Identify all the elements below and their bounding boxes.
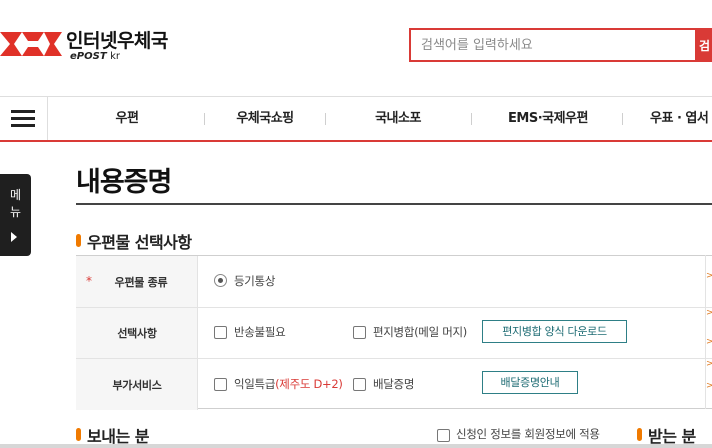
chevron-right-icon: > — [706, 359, 712, 369]
search-button[interactable]: 검 — [695, 28, 712, 62]
logo-title: 인터넷우체국 — [66, 30, 168, 52]
nav-item-shopping[interactable]: 우체국쇼핑 — [215, 97, 315, 140]
nav-separator — [471, 113, 472, 125]
section-bullet-icon — [76, 234, 81, 247]
nav-item-stamps[interactable]: 우표 · 엽서 — [650, 97, 712, 140]
checkbox-express[interactable] — [214, 378, 227, 391]
site-header: 인터넷우체국 ePOST kr 검 — [0, 0, 712, 96]
post-logo-icon — [0, 32, 62, 56]
horizontal-scrollbar[interactable] — [0, 444, 712, 448]
nav-separator — [204, 113, 205, 125]
radio-registered-mail[interactable] — [214, 274, 227, 287]
section-bullet-icon — [637, 428, 642, 441]
hamburger-menu-icon[interactable] — [0, 97, 48, 140]
radio-label-registered: 등기통상 — [234, 274, 276, 288]
checkbox-label-no-return: 반송불필요 — [234, 325, 286, 339]
chevron-right-icon: > — [706, 271, 712, 281]
checkbox-label-mail-merge: 편지병합(메일 머지) — [373, 325, 467, 339]
title-divider — [76, 203, 712, 205]
section-bullet-icon — [76, 428, 81, 441]
chevron-right-icon: > — [706, 337, 712, 347]
nav-item-post[interactable]: 우편 — [82, 97, 172, 140]
row-label-options: 선택사항 — [117, 327, 157, 340]
search-input[interactable] — [411, 30, 695, 60]
row-label-extra-services: 부가서비스 — [112, 379, 162, 392]
row-label-mail-type: 우편물 종류 — [114, 276, 168, 289]
chevron-right-icon: > — [706, 308, 712, 318]
chevron-right-icon: > — [706, 381, 712, 391]
checkbox-no-return[interactable] — [214, 326, 227, 339]
search-box: 검 — [409, 28, 712, 62]
side-menu-tab[interactable]: 메 뉴 — [0, 174, 31, 256]
download-merge-template-button[interactable]: 편지병합 양식 다운로드 — [482, 320, 627, 343]
right-panel-edge: > > > > > — [705, 255, 712, 409]
section-title-options: 우편물 선택사항 — [87, 233, 192, 252]
table-row: 선택사항 반송불필요 편지병합(메일 머지) 편지병합 양식 다운로드 — [76, 308, 712, 358]
page-title: 내용증명 — [76, 167, 172, 198]
nav-separator — [622, 113, 623, 125]
table-row: * 우편물 종류 등기통상 — [76, 256, 712, 307]
checkbox-label-delivery-proof: 배달증명 — [373, 377, 415, 391]
side-menu-char: 뉴 — [9, 205, 22, 219]
nav-separator — [325, 113, 326, 125]
epost-logo[interactable]: 인터넷우체국 ePOST kr — [0, 22, 190, 68]
delivery-proof-info-button[interactable]: 배달증명안내 — [482, 371, 578, 394]
checkbox-apply-member-info[interactable] — [437, 429, 450, 442]
main-navigation: 우편 우체국쇼핑 국내소포 EMS·국제우편 우표 · 엽서 — [0, 96, 712, 142]
mail-options-table: * 우편물 종류 등기통상 선택사항 반송불필요 편지병합(메일 머지) 편지병… — [76, 255, 712, 410]
checkbox-delivery-proof[interactable] — [353, 378, 366, 391]
chevron-right-icon — [11, 232, 17, 242]
nav-item-parcel[interactable]: 국내소포 — [348, 97, 448, 140]
logo-subtitle: ePOST kr — [70, 51, 121, 62]
checkbox-label-express: 익일특급(제주도 D+2) — [234, 377, 343, 391]
table-row: 부가서비스 익일특급(제주도 D+2) 배달증명 배달증명안내 — [76, 359, 712, 410]
nav-item-ems[interactable]: EMS·국제우편 — [492, 97, 604, 140]
side-menu-char: 메 — [9, 188, 22, 202]
checkbox-label-apply-member-info: 신청인 정보를 회원정보에 적용 — [456, 427, 600, 441]
checkbox-mail-merge[interactable] — [353, 326, 366, 339]
